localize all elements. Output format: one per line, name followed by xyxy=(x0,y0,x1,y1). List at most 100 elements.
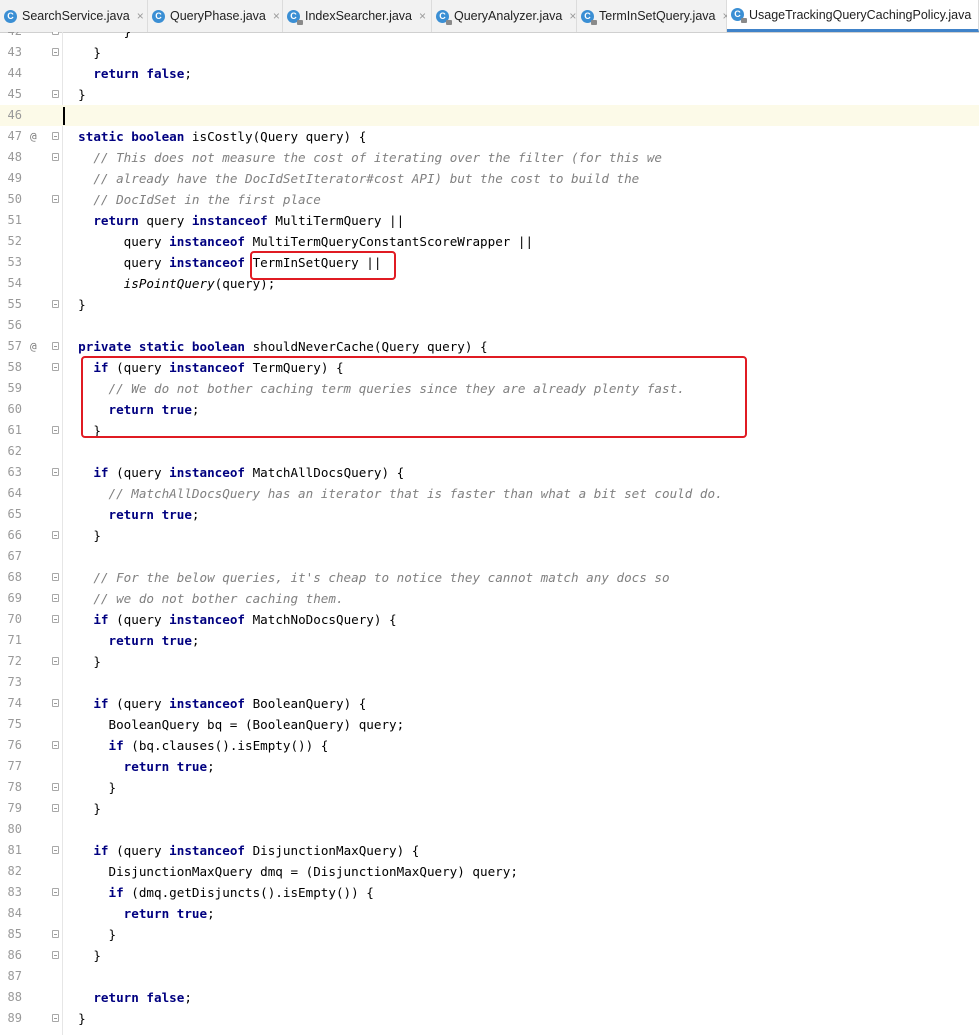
fold-toggle-icon[interactable] xyxy=(52,1014,59,1022)
fold-toggle-icon[interactable] xyxy=(52,615,59,623)
code-line[interactable]: 56 xyxy=(0,315,979,336)
code-line[interactable]: 87 xyxy=(0,966,979,987)
code-line[interactable]: 48 // This does not measure the cost of … xyxy=(0,147,979,168)
keyword-token: return true xyxy=(108,633,192,648)
fold-toggle-icon[interactable] xyxy=(52,573,59,581)
code-line[interactable]: 69 // we do not bother caching them. xyxy=(0,588,979,609)
close-icon[interactable]: × xyxy=(273,9,280,23)
code-text: return true; xyxy=(63,504,200,525)
code-line[interactable]: 88 return false; xyxy=(0,987,979,1008)
code-line[interactable]: 68 // For the below queries, it's cheap … xyxy=(0,567,979,588)
fold-toggle-icon[interactable] xyxy=(52,657,59,665)
code-line[interactable]: 84 return true; xyxy=(0,903,979,924)
text-caret xyxy=(63,107,65,125)
tab-searchservice[interactable]: SearchService.java × xyxy=(0,0,148,32)
code-line[interactable]: 44 return false; xyxy=(0,63,979,84)
override-marker-icon[interactable]: @ xyxy=(30,126,42,147)
code-line[interactable]: 53 query instanceof TermInSetQuery || xyxy=(0,252,979,273)
code-line[interactable]: 54 isPointQuery(query); xyxy=(0,273,979,294)
fold-toggle-icon[interactable] xyxy=(52,300,59,308)
code-token: MultiTermQuery || xyxy=(275,213,405,228)
fold-toggle-icon[interactable] xyxy=(52,594,59,602)
code-line[interactable]: 65 return true; xyxy=(0,504,979,525)
fold-toggle-icon[interactable] xyxy=(52,32,59,35)
keyword-token: return true xyxy=(108,507,192,522)
code-line[interactable]: 51 return query instanceof MultiTermQuer… xyxy=(0,210,979,231)
code-line[interactable]: 82 DisjunctionMaxQuery dmq = (Disjunctio… xyxy=(0,861,979,882)
fold-toggle-icon[interactable] xyxy=(52,90,59,98)
tab-terminsetquery[interactable]: TermInSetQuery.java× xyxy=(577,0,730,32)
code-token: (dmq.getDisjuncts().isEmpty()) { xyxy=(131,885,374,900)
tab-queryanalyzer[interactable]: QueryAnalyzer.java × xyxy=(432,0,577,32)
code-line[interactable]: 42 } xyxy=(0,32,979,42)
code-line[interactable]: 45 } xyxy=(0,84,979,105)
fold-toggle-icon[interactable] xyxy=(52,930,59,938)
code-line[interactable]: 71 return true; xyxy=(0,630,979,651)
code-line[interactable]: 64 // MatchAllDocsQuery has an iterator … xyxy=(0,483,979,504)
fold-toggle-icon[interactable] xyxy=(52,195,59,203)
code-token: (query xyxy=(116,612,170,627)
tab-label: QueryAnalyzer.java xyxy=(454,9,563,23)
code-line[interactable]: 50 // DocIdSet in the first place xyxy=(0,189,979,210)
close-icon[interactable]: × xyxy=(419,9,426,23)
comment-token: // DocIdSet in the first place xyxy=(93,192,321,207)
code-line[interactable]: 49 // already have the DocIdSetIterator#… xyxy=(0,168,979,189)
fold-toggle-icon[interactable] xyxy=(52,699,59,707)
fold-toggle-icon[interactable] xyxy=(52,153,59,161)
code-line[interactable]: 73 xyxy=(0,672,979,693)
fold-toggle-icon[interactable] xyxy=(52,48,59,56)
code-line[interactable]: 47 @ static boolean isCostly(Query query)… xyxy=(0,126,979,147)
tab-label: IndexSearcher.java xyxy=(305,9,413,23)
code-line[interactable]: 77 return true; xyxy=(0,756,979,777)
code-line[interactable]: 83 if (dmq.getDisjuncts().isEmpty()) { xyxy=(0,882,979,903)
close-icon[interactable]: × xyxy=(137,9,144,23)
code-line[interactable]: 72 } xyxy=(0,651,979,672)
code-line[interactable]: 81 if (query instanceof DisjunctionMaxQu… xyxy=(0,840,979,861)
fold-toggle-icon[interactable] xyxy=(52,846,59,854)
code-line[interactable]: 89 } xyxy=(0,1008,979,1029)
fold-toggle-icon[interactable] xyxy=(52,951,59,959)
code-editor[interactable]: 42 }43 }44 return false;45 }4647@ static… xyxy=(0,32,979,1035)
fold-toggle-icon[interactable] xyxy=(52,468,59,476)
tab-usagetrackingquerycachingpolicy[interactable]: UsageTrackingQueryCachingPolicy.java× xyxy=(727,0,979,32)
code-line[interactable]: 79 } xyxy=(0,798,979,819)
code-line[interactable]: 43 } xyxy=(0,42,979,63)
code-line[interactable]: 85 } xyxy=(0,924,979,945)
override-marker-icon[interactable]: @ xyxy=(30,336,42,357)
code-line[interactable]: 75 BooleanQuery bq = (BooleanQuery) quer… xyxy=(0,714,979,735)
code-line[interactable]: 70 if (query instanceof MatchNoDocsQuery… xyxy=(0,609,979,630)
java-class-icon xyxy=(4,9,17,23)
fold-toggle-icon[interactable] xyxy=(52,741,59,749)
code-line[interactable]: 76 if (bq.clauses().isEmpty()) { xyxy=(0,735,979,756)
code-line[interactable]: 80 xyxy=(0,819,979,840)
code-line[interactable]: 52 query instanceof MultiTermQueryConsta… xyxy=(0,231,979,252)
fold-toggle-icon[interactable] xyxy=(52,363,59,371)
fold-toggle-icon[interactable] xyxy=(52,426,59,434)
fold-toggle-icon[interactable] xyxy=(52,531,59,539)
fold-toggle-icon[interactable] xyxy=(52,783,59,791)
code-line[interactable]: 46 xyxy=(0,105,979,126)
code-line[interactable]: 63 if (query instanceof MatchAllDocsQuer… xyxy=(0,462,979,483)
fold-toggle-icon[interactable] xyxy=(52,342,59,350)
code-text: return true; xyxy=(63,756,215,777)
close-icon[interactable]: × xyxy=(569,9,576,23)
code-line[interactable]: 66 } xyxy=(0,525,979,546)
tab-indexsearcher[interactable]: IndexSearcher.java × xyxy=(283,0,432,32)
code-line[interactable]: 57 @ private static boolean shouldNeverCa… xyxy=(0,336,979,357)
code-line[interactable]: 67 xyxy=(0,546,979,567)
code-line[interactable]: 74 if (query instanceof BooleanQuery) { xyxy=(0,693,979,714)
code-line[interactable]: 62 xyxy=(0,441,979,462)
code-text: query instanceof MultiTermQueryConstantS… xyxy=(63,231,533,252)
line-number: 53 xyxy=(7,255,22,269)
code-line[interactable]: 78 } xyxy=(0,777,979,798)
code-line[interactable]: 55 } xyxy=(0,294,979,315)
fold-toggle-icon[interactable] xyxy=(52,804,59,812)
tab-queryphase[interactable]: QueryPhase.java × xyxy=(148,0,283,32)
code-text: return query instanceof MultiTermQuery |… xyxy=(63,210,404,231)
code-line[interactable]: 86 } xyxy=(0,945,979,966)
fold-toggle-icon[interactable] xyxy=(52,132,59,140)
fold-toggle-icon[interactable] xyxy=(52,888,59,896)
